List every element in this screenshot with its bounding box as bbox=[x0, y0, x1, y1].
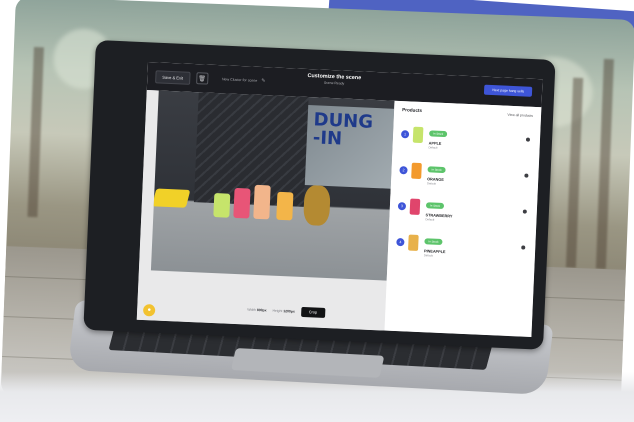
wall-poster: DUNG -IN bbox=[304, 105, 395, 189]
poster-text: DUNG -IN bbox=[312, 109, 374, 150]
drag-handle-icon[interactable] bbox=[524, 173, 529, 178]
stock-badge: In Stock bbox=[424, 238, 443, 246]
products-panel: Products View all products 1 In Stock AP… bbox=[384, 100, 542, 337]
drag-handle-icon[interactable] bbox=[522, 209, 527, 214]
trash-icon[interactable]: 🗑 bbox=[195, 72, 209, 85]
scene-canvas: DUNG -IN ● Width 800px Height 1200px Cro… bbox=[136, 89, 395, 331]
next-button[interactable]: Next page hang sells bbox=[484, 84, 533, 97]
product-thumbnail bbox=[412, 126, 424, 144]
product-thumbnail bbox=[409, 198, 421, 215]
product-number: 1 bbox=[400, 130, 410, 139]
can-pineapple[interactable] bbox=[276, 191, 294, 221]
width-label: Width 800px bbox=[247, 307, 267, 313]
product-number: 2 bbox=[399, 166, 408, 175]
product-variant: Default bbox=[428, 145, 438, 150]
brick-wall bbox=[193, 92, 309, 207]
view-all-link[interactable]: View all products bbox=[507, 112, 533, 117]
height-label: Height 1200px bbox=[272, 308, 295, 314]
product-number: 3 bbox=[397, 202, 407, 211]
products-title: Products bbox=[402, 107, 423, 113]
laptop-screen: Save & Exit 🗑 New Cluster for scene ✎ Cu… bbox=[136, 62, 543, 337]
product-number: 4 bbox=[396, 238, 405, 247]
laptop: Save & Exit 🗑 New Cluster for scene ✎ Cu… bbox=[0, 0, 634, 422]
can-strawberry[interactable] bbox=[233, 187, 251, 219]
title-block: Customize the scene Scene Ready bbox=[307, 73, 361, 86]
pineapple bbox=[303, 184, 331, 227]
can-apple[interactable] bbox=[213, 193, 231, 218]
crop-button[interactable]: Crop bbox=[300, 306, 326, 318]
save-exit-button[interactable]: Save & Exit bbox=[155, 69, 191, 85]
product-thumbnail bbox=[408, 234, 419, 251]
scene-image[interactable]: DUNG -IN bbox=[150, 90, 395, 281]
brand-logo-icon: ● bbox=[142, 304, 156, 317]
product-thumbnail bbox=[411, 162, 422, 180]
product-item[interactable]: 4 In Stock PINEAPPLE Default bbox=[388, 224, 536, 266]
chip-bag bbox=[151, 188, 191, 208]
stock-badge: In Stock bbox=[429, 130, 448, 138]
scene-name[interactable]: New Cluster for scene bbox=[222, 77, 258, 83]
drag-handle-icon[interactable] bbox=[525, 137, 531, 142]
stock-badge: In Stock bbox=[425, 202, 445, 210]
drag-handle-icon[interactable] bbox=[521, 245, 526, 250]
stock-badge: In Stock bbox=[427, 166, 446, 174]
pencil-icon[interactable]: ✎ bbox=[261, 78, 265, 84]
canvas-footer: Width 800px Height 1200px Crop bbox=[247, 305, 326, 318]
can-orange[interactable] bbox=[253, 184, 271, 220]
product-variant: Default bbox=[426, 181, 436, 186]
